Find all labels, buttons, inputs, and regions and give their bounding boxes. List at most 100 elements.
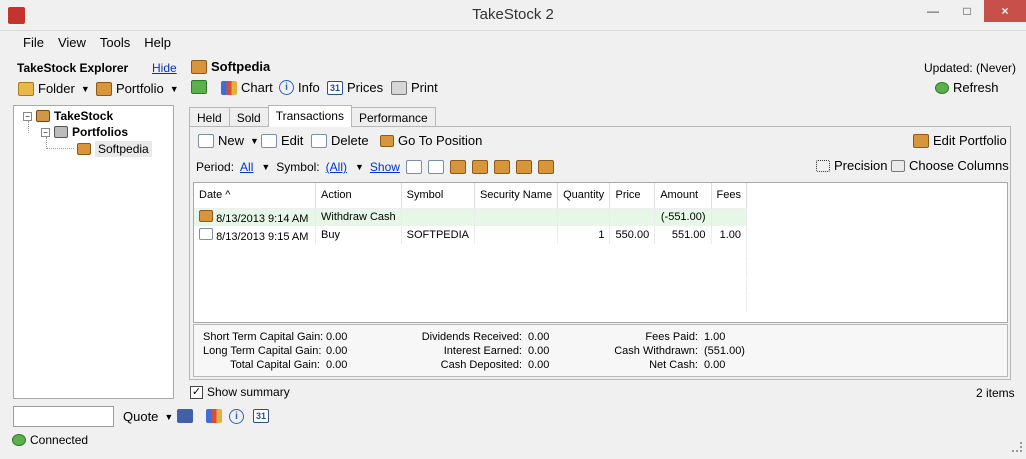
tab-sold[interactable]: Sold (228, 107, 269, 127)
tree-connector (28, 121, 29, 133)
table-row[interactable]: 8/13/2013 9:14 AM Withdraw Cash (-551.00… (194, 208, 748, 226)
period-link[interactable]: All (240, 160, 253, 174)
menu-view[interactable]: View (51, 31, 93, 53)
symbol-label: Symbol: (276, 160, 320, 174)
briefcase-icon (191, 59, 207, 74)
prices-button[interactable]: 31 Prices (327, 80, 383, 95)
choose-columns-label: Choose Columns (909, 158, 1009, 173)
tree-item-softpedia[interactable]: Softpedia (77, 141, 152, 157)
tree-label-takestock: TakeStock (54, 109, 114, 123)
column-amount[interactable]: Amount (654, 183, 712, 209)
portfolio-header: Softpedia (191, 59, 270, 74)
chevron-down-icon[interactable]: ▼ (261, 162, 270, 172)
summary-row: Short Term Capital Gain: 0.00 (203, 331, 347, 343)
chart-icon[interactable] (206, 409, 222, 423)
connection-status: Connected (30, 433, 89, 447)
info-icon[interactable]: i (229, 409, 244, 424)
menu-tools[interactable]: Tools (93, 31, 137, 53)
column-fees[interactable]: Fees (711, 183, 748, 209)
go-to-position-label: Go To Position (398, 133, 483, 148)
symbol-link[interactable]: (All) (326, 160, 347, 174)
menu-help[interactable]: Help (137, 31, 178, 53)
column-date[interactable]: Date ^ (194, 183, 317, 209)
dividend-filter-icon[interactable] (471, 160, 488, 174)
edit-portfolio-button[interactable]: Edit Portfolio (913, 133, 1007, 148)
dividends-received-value: 0.00 (528, 331, 550, 343)
go-to-position-button[interactable]: Go To Position (380, 133, 482, 148)
short-term-gain-value: 0.00 (326, 331, 348, 343)
tab-transactions[interactable]: Transactions (267, 105, 352, 127)
new-button[interactable]: New ▼ (198, 133, 259, 148)
back-icon (191, 80, 207, 94)
tab-performance[interactable]: Performance (350, 107, 436, 127)
quote-label: Quote (123, 409, 159, 424)
empty-row (194, 244, 747, 262)
withdraw-filter-icon[interactable] (537, 160, 554, 174)
cash-withdrawn-label: Cash Withdrawn: (614, 345, 698, 357)
minimize-button[interactable]: — (916, 0, 950, 22)
binoculars-icon[interactable] (177, 409, 193, 423)
calendar-icon[interactable]: 31 (253, 409, 269, 423)
precision-icon (816, 159, 830, 172)
table-header: Date ^ Action Symbol Security Name Quant… (194, 183, 748, 209)
transactions-grid[interactable]: Date ^ Action Symbol Security Name Quant… (193, 182, 1008, 323)
edit-button[interactable]: Edit (261, 133, 303, 148)
quote-symbol-input[interactable] (13, 406, 114, 427)
new-document-icon (198, 133, 214, 148)
empty-row (194, 261, 747, 279)
tab-held[interactable]: Held (189, 107, 230, 127)
hide-link[interactable]: Hide (152, 61, 177, 75)
menu-file[interactable]: File (16, 31, 51, 53)
folder-button[interactable]: Folder ▼ (18, 81, 90, 96)
print-button[interactable]: Print (391, 80, 438, 95)
split-filter-icon[interactable] (449, 160, 466, 174)
menu-bar: File View Tools Help (0, 31, 1026, 53)
tree-connector (46, 137, 74, 149)
price-cell (609, 208, 656, 226)
precision-button[interactable]: Precision (816, 158, 887, 173)
portfolio-tree[interactable]: − TakeStock − Portfolios Softpedia (13, 105, 174, 399)
refresh-button[interactable]: Refresh (935, 80, 999, 95)
summary-row: Fees Paid: 1.00 (611, 331, 725, 343)
summary-panel: Short Term Capital Gain: 0.00 Long Term C… (193, 324, 1008, 377)
show-summary-toggle[interactable]: ✓ Show summary (190, 385, 290, 399)
delete-button[interactable]: Delete (311, 133, 369, 148)
choose-columns-button[interactable]: Choose Columns (891, 158, 1009, 173)
chart-button[interactable]: Chart (221, 80, 273, 95)
collapse-icon[interactable]: − (23, 111, 32, 121)
show-summary-checkbox[interactable]: ✓ (190, 385, 203, 399)
portfolio-label: Portfolio (116, 81, 164, 96)
column-quantity[interactable]: Quantity (557, 183, 611, 209)
buy-filter-icon[interactable] (405, 160, 422, 174)
column-price[interactable]: Price (609, 183, 656, 209)
tree-item-takestock[interactable]: − TakeStock (23, 109, 113, 123)
close-button[interactable]: × (984, 0, 1026, 22)
table-row[interactable]: 8/13/2013 9:15 AM Buy SOFTPEDIA 1 550.00… (194, 226, 748, 244)
quantity-cell: 1 (557, 226, 611, 244)
quantity-cell (557, 208, 611, 226)
column-symbol[interactable]: Symbol (401, 183, 475, 209)
deposit-filter-icon[interactable] (515, 160, 532, 174)
chevron-down-icon[interactable]: ▼ (355, 162, 364, 172)
column-action[interactable]: Action (315, 183, 402, 209)
briefcase-icon (96, 81, 112, 96)
sell-filter-icon[interactable] (427, 160, 444, 174)
collapse-icon[interactable]: − (41, 127, 50, 137)
back-button[interactable] (191, 80, 207, 94)
info-button[interactable]: i Info (279, 80, 320, 95)
security-name-cell (474, 208, 559, 226)
show-link[interactable]: Show (370, 160, 400, 174)
portfolio-button[interactable]: Portfolio ▼ (96, 81, 179, 96)
fees-cell (711, 208, 748, 226)
briefcase-edit-icon (913, 133, 929, 148)
interest-earned-label: Interest Earned: (443, 345, 522, 357)
fees-filter-icon[interactable] (493, 160, 510, 174)
symbol-cell: SOFTPEDIA (401, 226, 475, 244)
summary-row: Long Term Capital Gain: 0.00 (203, 345, 347, 357)
fees-paid-value: 1.00 (704, 331, 726, 343)
resize-grip[interactable] (1012, 442, 1022, 452)
column-security-name[interactable]: Security Name (474, 183, 559, 209)
quote-button[interactable]: Quote ▼ (123, 409, 173, 424)
maximize-button[interactable]: □ (950, 0, 984, 22)
edit-icon (261, 133, 277, 148)
